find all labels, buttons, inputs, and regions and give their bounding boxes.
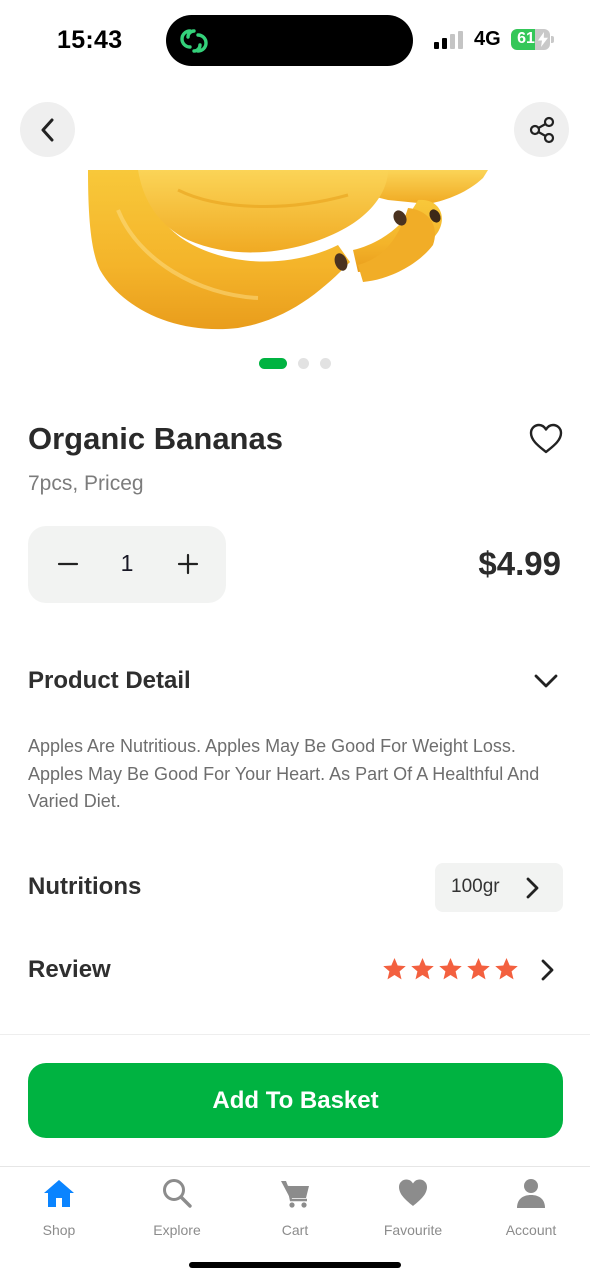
product-price: $4.99 (478, 545, 561, 582)
tab-shop[interactable]: Shop (0, 1177, 118, 1238)
nutritions-heading: Nutritions (28, 873, 142, 900)
network-type: 4G (474, 28, 501, 50)
share-button[interactable] (514, 102, 569, 157)
chevron-down-icon[interactable] (530, 668, 562, 694)
nutrition-button[interactable]: 100gr (435, 863, 563, 912)
tab-favourite[interactable]: Favourite (354, 1177, 472, 1238)
heart-icon (399, 1179, 427, 1206)
tab-explore[interactable]: Explore (118, 1177, 236, 1238)
review-heading: Review (28, 956, 111, 983)
nutrition-value: 100gr (451, 876, 500, 897)
carousel-dot[interactable] (320, 358, 331, 369)
tab-label: Explore (153, 1222, 201, 1238)
home-indicator (189, 1262, 401, 1268)
product-subtitle: 7pcs, Priceg (28, 472, 144, 495)
product-image (88, 170, 488, 332)
search-icon (163, 1179, 192, 1208)
star-icon (467, 957, 490, 980)
divider (0, 1034, 590, 1035)
product-detail-heading[interactable]: Product Detail (28, 667, 191, 695)
status-bar: 15:43 4G 61 (0, 0, 590, 82)
person-icon (517, 1179, 545, 1208)
charging-bolt-icon (538, 32, 548, 47)
chevron-right-icon[interactable] (536, 956, 558, 984)
star-icon (411, 957, 434, 980)
home-icon (44, 1180, 74, 1207)
heart-outline-icon[interactable] (528, 422, 564, 456)
image-carousel-dots[interactable] (0, 358, 590, 370)
battery-level: 61 (517, 30, 535, 47)
chevron-right-icon (526, 877, 539, 899)
dynamic-island (166, 15, 413, 66)
chevron-left-icon (41, 118, 53, 141)
cart-icon (281, 1181, 309, 1208)
carousel-dot[interactable] (298, 358, 309, 369)
minus-icon[interactable] (52, 548, 84, 580)
tab-label: Shop (42, 1222, 76, 1238)
review-stars (382, 956, 519, 984)
product-title: Organic Bananas (28, 421, 283, 456)
battery-indicator: 61 (511, 29, 554, 50)
tab-label: Favourite (383, 1222, 443, 1238)
star-icon (495, 957, 518, 980)
quantity-stepper: 1 (28, 526, 226, 603)
plus-icon[interactable] (172, 548, 204, 580)
link-loop-icon (180, 29, 208, 53)
share-icon (529, 116, 554, 143)
tab-label: Cart (281, 1222, 309, 1238)
carousel-dot[interactable] (259, 358, 287, 369)
quantity-value: 1 (120, 550, 134, 576)
back-button[interactable] (20, 102, 75, 157)
signal-bars-icon (434, 31, 463, 49)
status-time: 15:43 (57, 26, 123, 54)
product-description: Apples Are Nutritious. Apples May Be Goo… (28, 736, 540, 811)
star-icon (383, 957, 406, 980)
add-to-basket-button[interactable]: Add To Basket (28, 1063, 563, 1138)
tab-account[interactable]: Account (472, 1177, 590, 1238)
tab-cart[interactable]: Cart (236, 1177, 354, 1238)
star-icon (439, 957, 462, 980)
tab-label: Account (505, 1222, 557, 1238)
